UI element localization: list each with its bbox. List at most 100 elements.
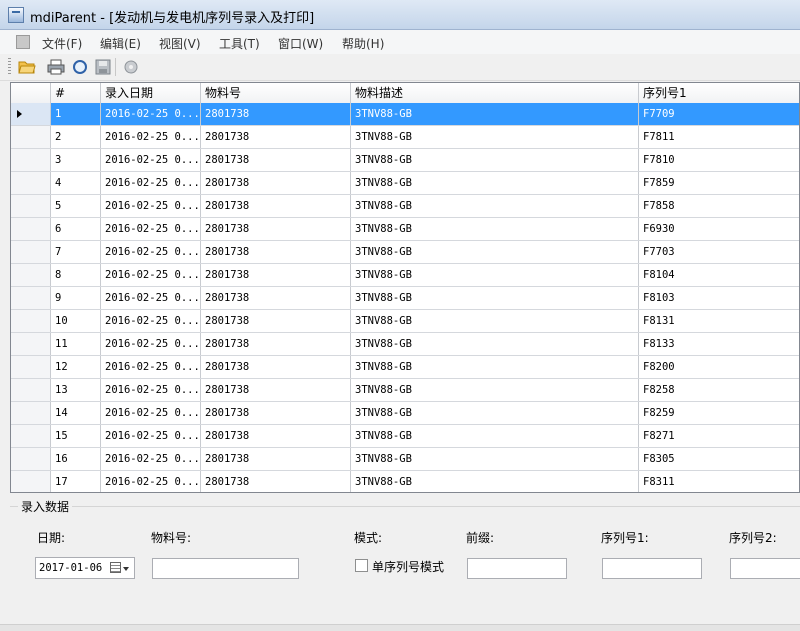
cell-index[interactable]: 11 xyxy=(51,333,101,355)
row-header[interactable] xyxy=(11,172,51,194)
row-header[interactable] xyxy=(11,103,51,125)
table-row[interactable]: 11 2016-02-25 0... 2801738 3TNV88-GB F8133 xyxy=(11,333,799,356)
cell-index[interactable]: 15 xyxy=(51,425,101,447)
cell-date[interactable]: 2016-02-25 0... xyxy=(101,241,201,263)
cell-part-number[interactable]: 2801738 xyxy=(201,126,351,148)
cell-serial1[interactable]: F6930 xyxy=(639,218,799,240)
cell-description[interactable]: 3TNV88-GB xyxy=(351,356,639,378)
cell-part-number[interactable]: 2801738 xyxy=(201,172,351,194)
cell-description[interactable]: 3TNV88-GB xyxy=(351,195,639,217)
cell-part-number[interactable]: 2801738 xyxy=(201,218,351,240)
row-header[interactable] xyxy=(11,425,51,447)
cell-serial1[interactable]: F8104 xyxy=(639,264,799,286)
row-header[interactable] xyxy=(11,241,51,263)
settings-icon[interactable] xyxy=(122,58,140,76)
column-header-serial1[interactable]: 序列号1 xyxy=(639,83,799,103)
cell-description[interactable]: 3TNV88-GB xyxy=(351,425,639,447)
cell-serial1[interactable]: F8103 xyxy=(639,287,799,309)
row-header[interactable] xyxy=(11,402,51,424)
row-header[interactable] xyxy=(11,379,51,401)
app-icon[interactable] xyxy=(8,7,24,23)
row-header[interactable] xyxy=(11,218,51,240)
cell-serial1[interactable]: F8133 xyxy=(639,333,799,355)
table-row[interactable]: 16 2016-02-25 0... 2801738 3TNV88-GB F8305 xyxy=(11,448,799,471)
cell-serial1[interactable]: F8271 xyxy=(639,425,799,447)
cell-date[interactable]: 2016-02-25 0... xyxy=(101,195,201,217)
cell-description[interactable]: 3TNV88-GB xyxy=(351,333,639,355)
table-row[interactable]: 1 2016-02-25 0... 2801738 3TNV88-GB F7709 xyxy=(11,103,799,126)
menu-tools[interactable]: 工具(T) xyxy=(219,35,260,52)
cell-index[interactable]: 16 xyxy=(51,448,101,470)
cell-serial1[interactable]: F8311 xyxy=(639,471,799,492)
table-row[interactable]: 4 2016-02-25 0... 2801738 3TNV88-GB F7859 xyxy=(11,172,799,195)
cell-description[interactable]: 3TNV88-GB xyxy=(351,287,639,309)
row-header[interactable] xyxy=(11,149,51,171)
cell-part-number[interactable]: 2801738 xyxy=(201,333,351,355)
cell-index[interactable]: 10 xyxy=(51,310,101,332)
cell-date[interactable]: 2016-02-25 0... xyxy=(101,149,201,171)
column-header-description[interactable]: 物料描述 xyxy=(351,83,639,103)
single-serial-mode-label[interactable]: 单序列号模式 xyxy=(372,558,444,575)
row-header[interactable] xyxy=(11,333,51,355)
table-row[interactable]: 2 2016-02-25 0... 2801738 3TNV88-GB F7811 xyxy=(11,126,799,149)
row-header[interactable] xyxy=(11,126,51,148)
menu-edit[interactable]: 编辑(E) xyxy=(100,35,141,52)
row-header[interactable] xyxy=(11,195,51,217)
data-grid[interactable]: # 录入日期 物料号 物料描述 序列号1 1 2016-02-25 0... 280… xyxy=(10,82,800,493)
row-header[interactable] xyxy=(11,287,51,309)
cell-serial1[interactable]: F7858 xyxy=(639,195,799,217)
cell-serial1[interactable]: F8258 xyxy=(639,379,799,401)
table-row[interactable]: 10 2016-02-25 0... 2801738 3TNV88-GB F8131 xyxy=(11,310,799,333)
print-icon[interactable] xyxy=(47,58,65,76)
toolbar-grip[interactable] xyxy=(8,58,11,76)
cell-description[interactable]: 3TNV88-GB xyxy=(351,402,639,424)
cell-index[interactable]: 6 xyxy=(51,218,101,240)
save-icon[interactable] xyxy=(94,58,112,76)
cell-index[interactable]: 13 xyxy=(51,379,101,401)
row-header[interactable] xyxy=(11,264,51,286)
cell-serial1[interactable]: F7810 xyxy=(639,149,799,171)
prefix-input[interactable] xyxy=(467,558,567,579)
cell-serial1[interactable]: F8200 xyxy=(639,356,799,378)
row-header[interactable] xyxy=(11,471,51,492)
cell-serial1[interactable]: F8259 xyxy=(639,402,799,424)
cell-index[interactable]: 7 xyxy=(51,241,101,263)
cell-date[interactable]: 2016-02-25 0... xyxy=(101,402,201,424)
cell-serial1[interactable]: F8305 xyxy=(639,448,799,470)
cell-date[interactable]: 2016-02-25 0... xyxy=(101,333,201,355)
cell-description[interactable]: 3TNV88-GB xyxy=(351,103,639,125)
cell-part-number[interactable]: 2801738 xyxy=(201,448,351,470)
cell-index[interactable]: 14 xyxy=(51,402,101,424)
cell-description[interactable]: 3TNV88-GB xyxy=(351,448,639,470)
table-row[interactable]: 5 2016-02-25 0... 2801738 3TNV88-GB F7858 xyxy=(11,195,799,218)
table-row[interactable]: 3 2016-02-25 0... 2801738 3TNV88-GB F7810 xyxy=(11,149,799,172)
calendar-icon[interactable] xyxy=(110,562,121,573)
part-number-input[interactable] xyxy=(152,558,299,579)
cell-date[interactable]: 2016-02-25 0... xyxy=(101,310,201,332)
table-row[interactable]: 12 2016-02-25 0... 2801738 3TNV88-GB F8200 xyxy=(11,356,799,379)
table-row[interactable]: 7 2016-02-25 0... 2801738 3TNV88-GB F7703 xyxy=(11,241,799,264)
cell-date[interactable]: 2016-02-25 0... xyxy=(101,448,201,470)
cell-serial1[interactable]: F7811 xyxy=(639,126,799,148)
table-row[interactable]: 8 2016-02-25 0... 2801738 3TNV88-GB F8104 xyxy=(11,264,799,287)
cell-date[interactable]: 2016-02-25 0... xyxy=(101,172,201,194)
column-header-date[interactable]: 录入日期 xyxy=(101,83,201,103)
menu-file[interactable]: 文件(F) xyxy=(42,35,82,52)
column-header-part-number[interactable]: 物料号 xyxy=(201,83,351,103)
cell-serial1[interactable]: F7859 xyxy=(639,172,799,194)
cell-date[interactable]: 2016-02-25 0... xyxy=(101,218,201,240)
cell-part-number[interactable]: 2801738 xyxy=(201,103,351,125)
table-row[interactable]: 14 2016-02-25 0... 2801738 3TNV88-GB F8259 xyxy=(11,402,799,425)
cell-part-number[interactable]: 2801738 xyxy=(201,425,351,447)
print-preview-icon[interactable] xyxy=(71,58,89,76)
cell-date[interactable]: 2016-02-25 0... xyxy=(101,425,201,447)
cell-part-number[interactable]: 2801738 xyxy=(201,287,351,309)
cell-serial1[interactable]: F7703 xyxy=(639,241,799,263)
cell-date[interactable]: 2016-02-25 0... xyxy=(101,126,201,148)
cell-description[interactable]: 3TNV88-GB xyxy=(351,264,639,286)
cell-index[interactable]: 17 xyxy=(51,471,101,492)
cell-index[interactable]: 8 xyxy=(51,264,101,286)
cell-part-number[interactable]: 2801738 xyxy=(201,241,351,263)
cell-index[interactable]: 12 xyxy=(51,356,101,378)
cell-serial1[interactable]: F8131 xyxy=(639,310,799,332)
